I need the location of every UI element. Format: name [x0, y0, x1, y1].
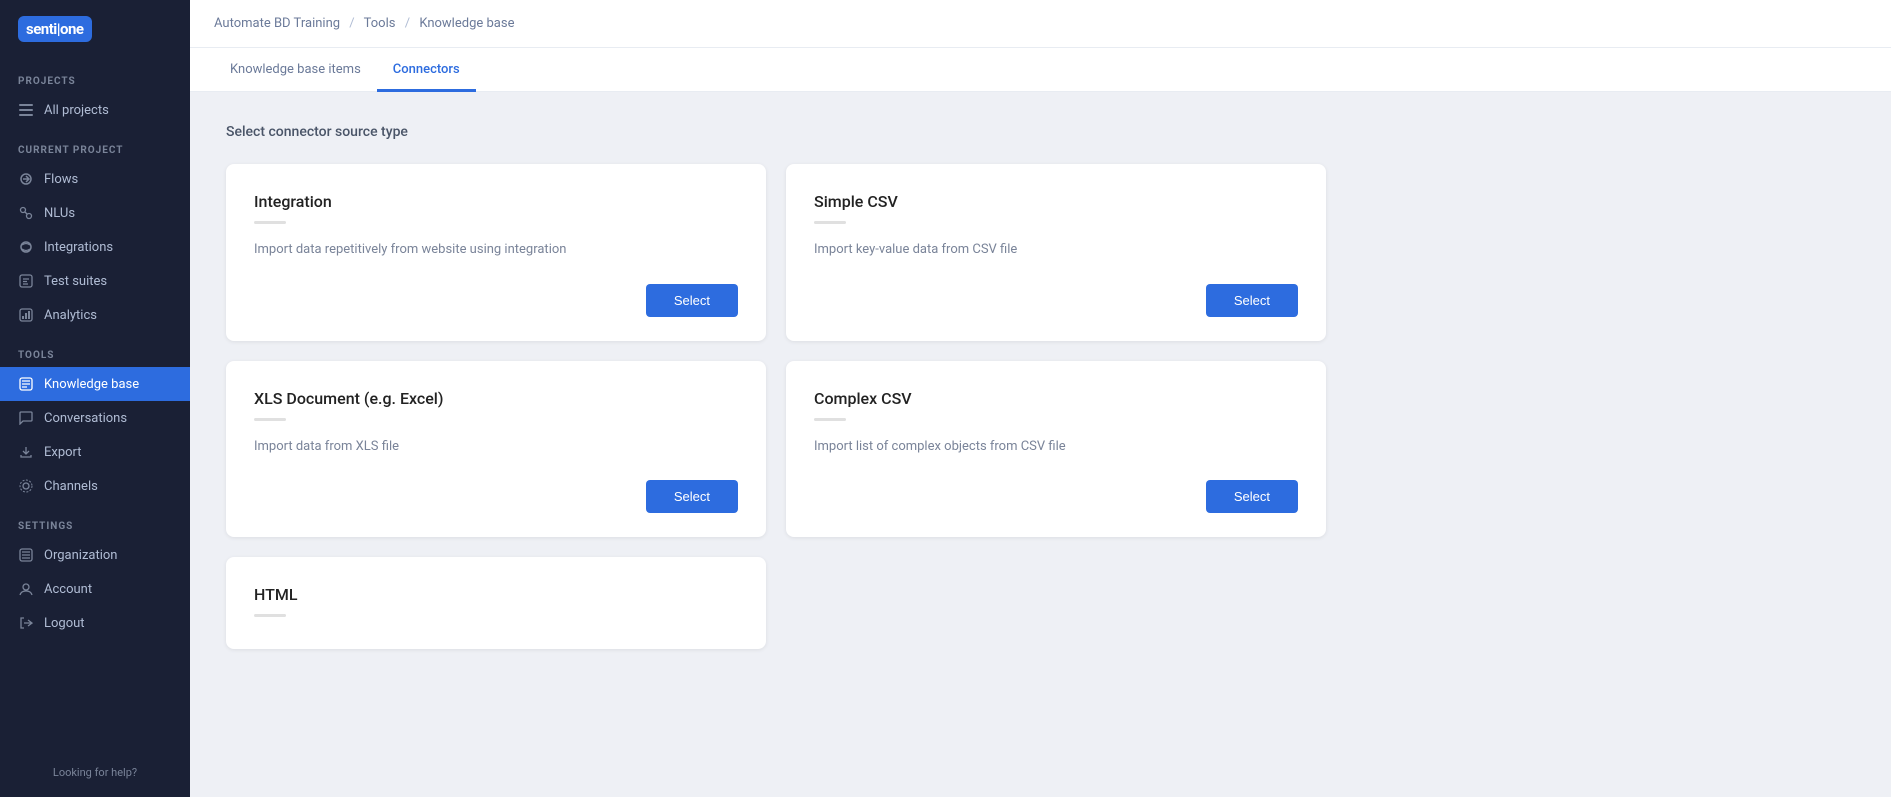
sidebar: senti|one PROJECTS All projects CURRENT … — [0, 0, 190, 797]
content-area: Select connector source type Integration… — [190, 92, 1891, 797]
all-projects-label: All projects — [44, 103, 109, 118]
sidebar-item-integrations[interactable]: Integrations — [0, 230, 190, 264]
export-icon — [18, 444, 34, 460]
analytics-icon — [18, 307, 34, 323]
conversations-label: Conversations — [44, 411, 127, 426]
card-xls-title: XLS Document (e.g. Excel) — [254, 389, 738, 408]
sidebar-item-flows[interactable]: Flows — [0, 162, 190, 196]
sidebar-item-knowledge-base[interactable]: Knowledge base — [0, 367, 190, 401]
knowledge-base-icon — [18, 376, 34, 392]
card-simple-csv-title: Simple CSV — [814, 192, 1298, 211]
card-simple-csv-desc: Import key-value data from CSV file — [814, 240, 1298, 260]
tab-knowledge-base-items[interactable]: Knowledge base items — [214, 48, 377, 92]
sidebar-item-test-suites[interactable]: Test suites — [0, 264, 190, 298]
sidebar-item-nlus[interactable]: NLUs — [0, 196, 190, 230]
channels-label: Channels — [44, 479, 98, 494]
breadcrumb-page: Knowledge base — [419, 16, 514, 31]
sidebar-item-export[interactable]: Export — [0, 435, 190, 469]
organization-label: Organization — [44, 548, 117, 563]
card-simple-csv-action: Select — [814, 284, 1298, 317]
nlus-label: NLUs — [44, 206, 75, 221]
list-icon — [18, 102, 34, 118]
card-integration-action: Select — [254, 284, 738, 317]
breadcrumb-project[interactable]: Automate BD Training — [214, 16, 340, 31]
card-complex-csv-action: Select — [814, 480, 1298, 513]
export-label: Export — [44, 445, 82, 460]
analytics-label: Analytics — [44, 308, 97, 323]
xls-select-button[interactable]: Select — [646, 480, 738, 513]
card-integration-title: Integration — [254, 192, 738, 211]
logo-text: senti|one — [18, 16, 92, 42]
projects-section-label: PROJECTS — [0, 58, 190, 93]
main-content: Automate BD Training / Tools / Knowledge… — [190, 0, 1891, 797]
sidebar-item-organization[interactable]: Organization — [0, 538, 190, 572]
sidebar-item-all-projects[interactable]: All projects — [0, 93, 190, 127]
test-suites-label: Test suites — [44, 274, 107, 289]
conversations-icon — [18, 410, 34, 426]
settings-section-label: SETTINGS — [0, 503, 190, 538]
sidebar-item-logout[interactable]: Logout — [0, 606, 190, 640]
connector-cards-grid: Integration Import data repetitively fro… — [226, 164, 1326, 649]
simple-csv-select-button[interactable]: Select — [1206, 284, 1298, 317]
card-integration: Integration Import data repetitively fro… — [226, 164, 766, 341]
tabs-bar: Knowledge base items Connectors — [190, 48, 1891, 92]
nlus-icon — [18, 205, 34, 221]
card-complex-csv-title: Complex CSV — [814, 389, 1298, 408]
breadcrumb-sep1: / — [349, 16, 354, 31]
account-icon — [18, 581, 34, 597]
card-complex-csv: Complex CSV Import list of complex objec… — [786, 361, 1326, 538]
integrations-icon — [18, 239, 34, 255]
channels-icon — [18, 478, 34, 494]
help-link[interactable]: Looking for help? — [0, 756, 190, 789]
card-xls-document: XLS Document (e.g. Excel) Import data fr… — [226, 361, 766, 538]
account-label: Account — [44, 582, 92, 597]
card-xls-desc: Import data from XLS file — [254, 437, 738, 457]
card-integration-desc: Import data repetitively from website us… — [254, 240, 738, 260]
card-simple-csv-divider — [814, 221, 846, 224]
sidebar-logo: senti|one — [0, 0, 190, 58]
logout-icon — [18, 615, 34, 631]
card-complex-csv-divider — [814, 418, 846, 421]
card-html-title: HTML — [254, 585, 738, 604]
card-xls-action: Select — [254, 480, 738, 513]
sidebar-item-account[interactable]: Account — [0, 572, 190, 606]
sidebar-item-conversations[interactable]: Conversations — [0, 401, 190, 435]
current-project-label: CURRENT PROJECT — [0, 127, 190, 162]
sidebar-item-analytics[interactable]: Analytics — [0, 298, 190, 332]
card-simple-csv: Simple CSV Import key-value data from CS… — [786, 164, 1326, 341]
breadcrumb-sep2: / — [405, 16, 410, 31]
breadcrumb: Automate BD Training / Tools / Knowledge… — [190, 0, 1891, 48]
knowledge-base-label: Knowledge base — [44, 377, 139, 392]
card-complex-csv-desc: Import list of complex objects from CSV … — [814, 437, 1298, 457]
section-title: Select connector source type — [226, 124, 1855, 140]
sidebar-item-channels[interactable]: Channels — [0, 469, 190, 503]
tab-connectors[interactable]: Connectors — [377, 48, 476, 92]
card-integration-divider — [254, 221, 286, 224]
card-xls-divider — [254, 418, 286, 421]
organization-icon — [18, 547, 34, 563]
integrations-label: Integrations — [44, 240, 113, 255]
complex-csv-select-button[interactable]: Select — [1206, 480, 1298, 513]
logout-label: Logout — [44, 616, 85, 631]
card-html: HTML — [226, 557, 766, 649]
test-suites-icon — [18, 273, 34, 289]
breadcrumb-tools[interactable]: Tools — [364, 16, 396, 31]
flows-label: Flows — [44, 172, 78, 187]
tools-section-label: TOOLS — [0, 332, 190, 367]
integration-select-button[interactable]: Select — [646, 284, 738, 317]
card-html-divider — [254, 614, 286, 617]
flows-icon — [18, 171, 34, 187]
